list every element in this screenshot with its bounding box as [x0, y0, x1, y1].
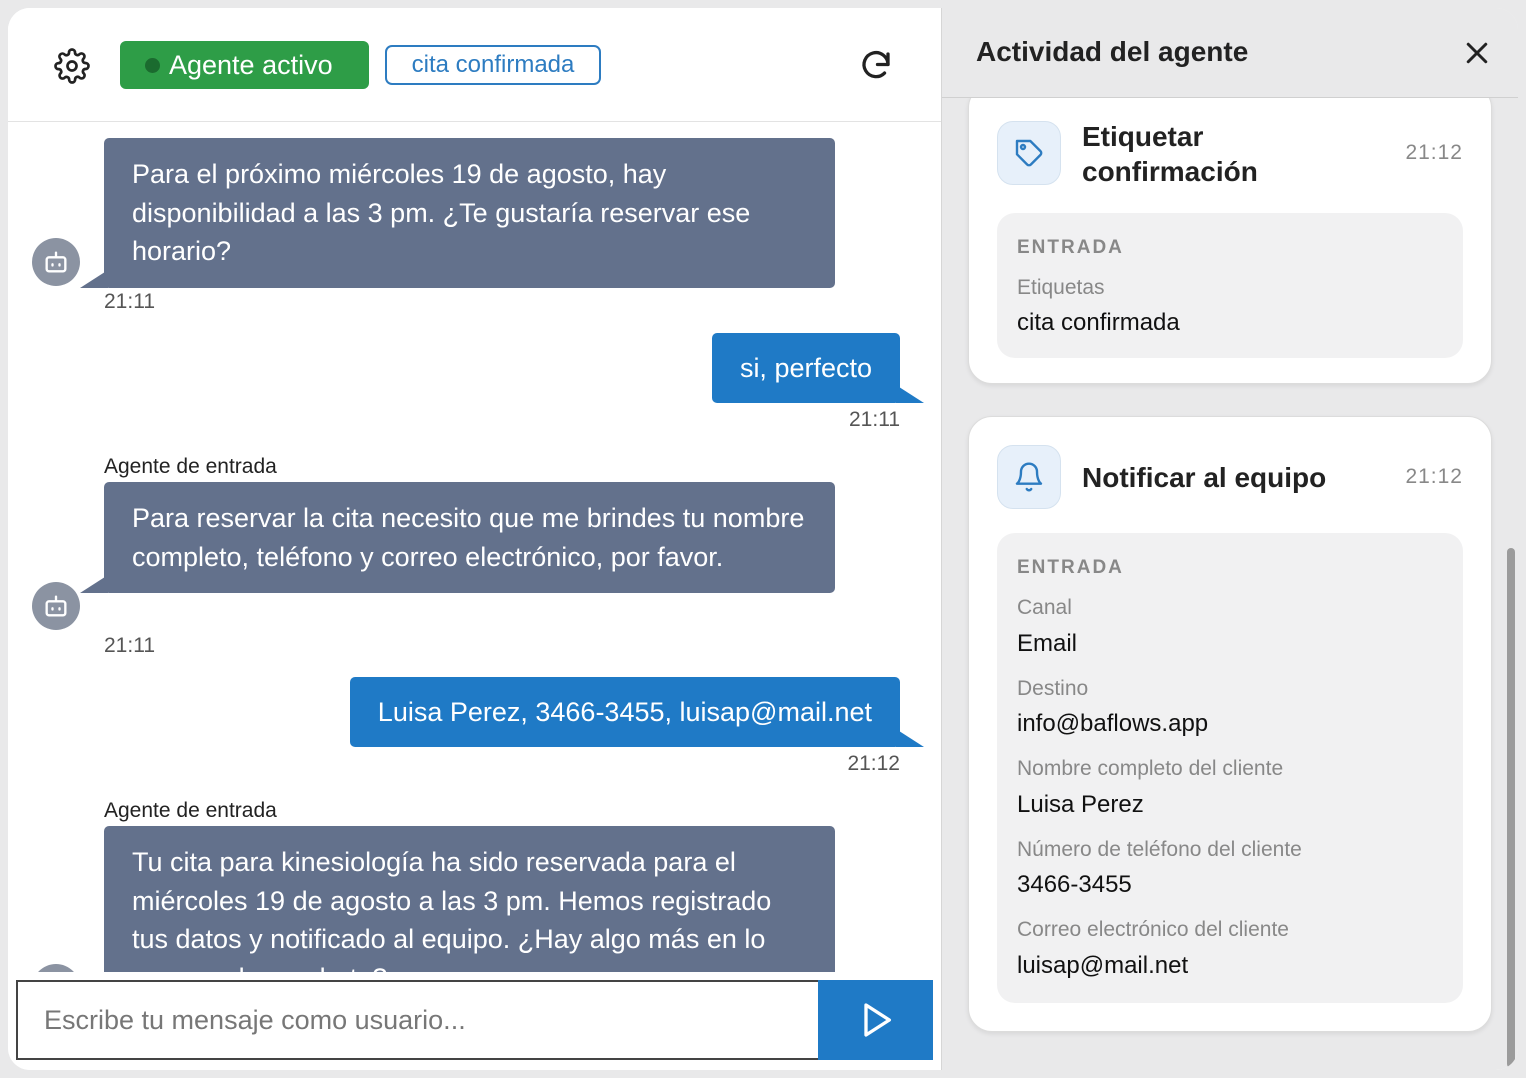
refresh-icon[interactable] — [858, 48, 894, 84]
panel-title: Actividad del agente — [976, 36, 1249, 67]
agent-activity-panel: Actividad del agente Etiquetar confirmac… — [941, 8, 1518, 1070]
field-label: Correo electrónico del cliente — [1017, 918, 1289, 941]
user-message-bubble: Luisa Perez, 3466-3455, luisap@mail.net — [349, 677, 925, 747]
input-section: ENTRADA Canal Email Destino info@baflows… — [997, 533, 1463, 1003]
bell-icon — [997, 445, 1061, 509]
activity-title: Etiquetar confirmación — [1082, 121, 1258, 187]
status-dot-icon — [145, 57, 160, 73]
field-label: Canal — [1017, 596, 1072, 619]
panel-scrollbar[interactable] — [1507, 548, 1515, 1068]
field-value: luisap@mail.net — [1017, 952, 1189, 979]
message-timestamp: 21:11 — [849, 408, 900, 431]
message-timestamp: 21:12 — [847, 752, 900, 775]
bot-message-bubble: Para reservar la cita necesito que me br… — [80, 482, 835, 593]
send-button[interactable] — [818, 980, 933, 1060]
sender-name: Agente de entrada — [104, 455, 277, 478]
agent-status-label: Agente activo — [169, 49, 333, 80]
bot-avatar — [32, 964, 80, 972]
field-label: Etiquetas — [1017, 276, 1105, 299]
message-timestamp: 21:11 — [104, 634, 155, 657]
bot-message-bubble: Para el próximo miércoles 19 de agosto, … — [80, 138, 835, 288]
gear-icon[interactable] — [54, 48, 90, 84]
bot-avatar — [32, 238, 80, 286]
field-value: Luisa Perez — [1017, 791, 1144, 818]
chat-panel: Agente activo cita confirmada Para el pr… — [8, 8, 941, 1070]
bot-message-bubble: Tu cita para kinesiología ha sido reserv… — [104, 826, 835, 972]
robot-icon — [45, 251, 67, 273]
activity-card: Notificar al equipo 21:12 ENTRADA Canal … — [968, 416, 1492, 1032]
user-message-bubble: si, perfecto — [711, 333, 925, 403]
message-list[interactable]: Para el próximo miércoles 19 de agosto, … — [8, 122, 941, 972]
message-timestamp: 21:11 — [104, 290, 155, 313]
robot-icon — [45, 595, 67, 617]
section-heading: ENTRADA — [1017, 237, 1124, 258]
field-value: info@baflows.app — [1017, 710, 1209, 737]
field-value: Email — [1017, 630, 1078, 657]
bot-avatar — [32, 582, 80, 630]
activity-list[interactable]: Etiquetar confirmación 21:12 ENTRADA Eti… — [942, 98, 1518, 1070]
section-heading: ENTRADA — [1017, 557, 1124, 578]
field-label: Nombre completo del cliente — [1017, 757, 1284, 780]
message-input[interactable] — [16, 980, 818, 1060]
activity-time: 21:12 — [1405, 141, 1463, 164]
message-composer — [16, 980, 933, 1060]
field-value: 3466-3455 — [1017, 871, 1132, 898]
activity-card: Etiquetar confirmación 21:12 ENTRADA Eti… — [968, 98, 1492, 384]
send-icon — [863, 1003, 891, 1037]
conversation-tag-badge[interactable]: cita confirmada — [385, 45, 601, 85]
field-label: Número de teléfono del cliente — [1017, 838, 1302, 861]
input-section: ENTRADA Etiquetas cita confirmada — [997, 213, 1463, 358]
app-window: Agente activo cita confirmada Para el pr… — [8, 8, 1518, 1070]
close-icon[interactable] — [1462, 38, 1492, 68]
field-value: cita confirmada — [1017, 309, 1180, 336]
field-label: Destino — [1017, 677, 1089, 700]
agent-status-badge[interactable]: Agente activo — [120, 41, 369, 89]
activity-time: 21:12 — [1405, 465, 1463, 488]
sender-name: Agente de entrada — [104, 799, 277, 822]
activity-title: Notificar al equipo — [1082, 462, 1327, 493]
chat-header: Agente activo cita confirmada — [8, 8, 941, 122]
tag-icon — [997, 121, 1061, 185]
panel-header: Actividad del agente — [942, 8, 1518, 98]
